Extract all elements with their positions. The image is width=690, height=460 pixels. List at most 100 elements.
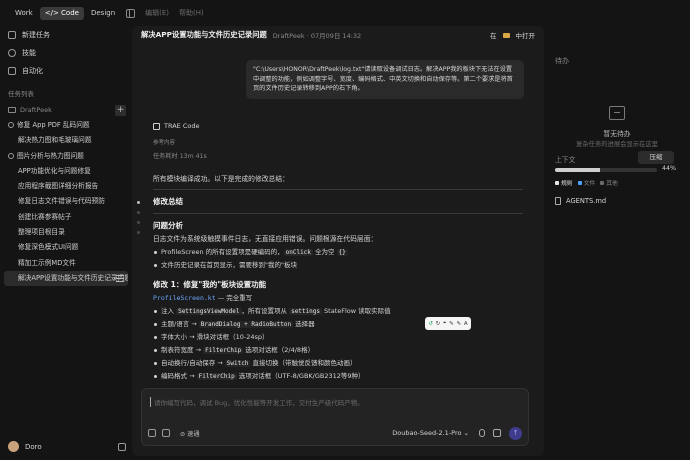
task-item[interactable]: APP功能优化与问题修复 bbox=[0, 164, 132, 179]
edit-icon[interactable]: ✎ bbox=[456, 321, 461, 327]
work-time[interactable]: 任务耗时 13m 41s bbox=[153, 151, 207, 160]
file-note: — 完全重写 bbox=[215, 294, 253, 302]
chevron-icon bbox=[8, 122, 14, 128]
task-item-selected[interactable]: 解决APP设置功能与文件历史记录问题 bbox=[4, 270, 128, 287]
chevron-icon bbox=[8, 152, 14, 159]
image-icon[interactable] bbox=[162, 429, 170, 437]
heading-summary: 修改总结 bbox=[153, 197, 183, 206]
todo-title: 待办 bbox=[555, 57, 569, 65]
user-row[interactable]: Doro bbox=[8, 441, 126, 452]
sidebar-item-skills[interactable]: 技能 bbox=[0, 44, 132, 62]
automation-icon bbox=[8, 67, 16, 75]
skills-icon bbox=[8, 49, 16, 57]
task-label: 解决APP设置功能与文件历史记录问题 bbox=[18, 273, 128, 282]
legend-swatch bbox=[577, 180, 582, 185]
sidebar-item-label: 自动化 bbox=[22, 67, 43, 75]
list-item: 自动换行/自动保存 → Switch 直接切换（带触觉反馈和颜色动画） bbox=[153, 357, 523, 370]
agent-response: 所有模块编译成功。以下是完成的修改总结： 修改总结 问题分析 日志文件为系统级触… bbox=[153, 174, 523, 383]
composer-toolbar: ⊘ 速通 Doubao-Seed-2.1-Pro ⌄ ↑ bbox=[148, 426, 522, 440]
fix1-file-row: ProfileScreen.kt — 完全重写 bbox=[153, 291, 523, 305]
divider bbox=[153, 213, 523, 214]
list-item: 编码格式 → FilterChip 选项对话框（UTF-8/GBK/GB2312… bbox=[153, 370, 523, 383]
composer-input[interactable]: 请你编写代码，调试 Bug，优化性能等开发工作，交付生产级代码产物。 bbox=[150, 397, 364, 407]
mode-code[interactable]: </> Code bbox=[39, 6, 84, 20]
chat-header: 解决APP设置功能与文件历史记录问题 DraftPeek · 07月09日 14… bbox=[132, 26, 544, 44]
pen-icon[interactable]: ✎ bbox=[449, 321, 454, 327]
agent-name: TRAE Code bbox=[164, 122, 200, 130]
mode-toggle[interactable]: ⊘ 速通 bbox=[180, 429, 200, 438]
task-item[interactable]: 修复 App PDF 乱码问题 bbox=[0, 118, 132, 133]
scroll-dot[interactable] bbox=[136, 231, 140, 234]
panel-toggle-icon[interactable] bbox=[118, 442, 126, 451]
project-row[interactable]: DraftPeek + bbox=[0, 102, 132, 118]
attach-icon[interactable] bbox=[148, 429, 156, 437]
menu-edit[interactable]: 编辑(E) bbox=[145, 8, 169, 18]
heading-analysis: 问题分析 bbox=[153, 221, 183, 230]
target-icon[interactable]: ⌖ bbox=[443, 320, 446, 327]
open-in-button[interactable]: 在 中打开 bbox=[487, 29, 538, 41]
right-panel: 待办 暂无待办 复杂任务的进展会显示在这里 上下文 压缩 44% 规则 文件 其… bbox=[552, 26, 682, 460]
context-progress bbox=[555, 168, 657, 172]
context-label: 上下文 bbox=[555, 156, 576, 164]
microphone-icon[interactable] bbox=[479, 429, 485, 437]
scroll-dot[interactable] bbox=[136, 211, 140, 214]
list-item: 字体大小 → 滑块对话框（10-24sp） bbox=[153, 331, 523, 344]
list-item: ProfileScreen 的所有设置项是硬编码的， onClick 全为空 {} bbox=[153, 246, 523, 259]
add-task-button[interactable]: + bbox=[115, 104, 126, 116]
compress-button[interactable]: 压缩 bbox=[638, 151, 674, 164]
agent-logo-icon bbox=[153, 122, 160, 130]
sidebar-toggle-icon[interactable] bbox=[126, 8, 136, 18]
message-composer[interactable]: 请你编写代码，调试 Bug，优化性能等开发工作，交付生产级代码产物。 ⊘ 速通 … bbox=[141, 388, 529, 446]
scroll-indicator bbox=[135, 201, 141, 241]
task-item[interactable]: 创建比赛参赛帖子 bbox=[0, 210, 132, 225]
user-name: Doro bbox=[25, 442, 42, 451]
mode-work[interactable]: Work bbox=[10, 7, 38, 20]
undo-icon[interactable]: ↺ bbox=[428, 321, 433, 327]
summary-intro: 所有模块编译成功。以下是完成的修改总结： bbox=[153, 175, 289, 183]
task-item[interactable]: 解决热力图和毛玻璃问题 bbox=[0, 133, 132, 148]
empty-todo-icon bbox=[609, 106, 625, 120]
context-file[interactable]: AGENTS.md bbox=[555, 197, 606, 205]
task-label: 修复 App PDF 乱码问题 bbox=[17, 121, 90, 129]
scroll-dot[interactable] bbox=[136, 201, 140, 204]
task-item[interactable]: 应用程序截图详细分析报告 bbox=[0, 179, 132, 194]
reference-toggle[interactable]: 参考内容 bbox=[153, 138, 175, 146]
task-item[interactable]: 精加工示例MD文件 bbox=[0, 256, 132, 271]
redo-icon[interactable]: ↻ bbox=[436, 321, 441, 327]
legend-swatch bbox=[600, 180, 605, 185]
scroll-dot[interactable] bbox=[136, 221, 140, 224]
send-button[interactable]: ↑ bbox=[509, 426, 522, 440]
legend-swatch bbox=[555, 180, 559, 185]
analysis-text: 日志文件为系统级触摸事件日志，无直接应用错误。问题根源在代码层面： bbox=[153, 235, 378, 243]
file-link[interactable]: ProfileScreen.kt bbox=[153, 294, 216, 302]
task-item[interactable]: 图片分析与热力图问题 bbox=[0, 149, 132, 164]
project-name: DraftPeek bbox=[20, 106, 52, 114]
chat-meta: DraftPeek · 07月09日 14:32 bbox=[272, 32, 362, 40]
empty-title: 暂无待办 bbox=[603, 130, 631, 138]
avatar bbox=[8, 441, 19, 452]
paperclip-icon[interactable] bbox=[493, 429, 501, 437]
user-message: "C:\Users\HONOR\DraftPeek\log.txt"请读取设备调… bbox=[246, 60, 524, 99]
open-in-label: 在 bbox=[490, 32, 497, 40]
legend-other: 其他 bbox=[600, 178, 618, 187]
file-name: AGENTS.md bbox=[566, 197, 607, 205]
mode-design[interactable]: Design bbox=[86, 7, 120, 20]
task-item[interactable]: 修复日志文件错误与代码预防 bbox=[0, 194, 132, 209]
legend-files: 文件 bbox=[577, 178, 595, 187]
top-bar: Work </> Code Design 编辑(E) 帮助(H) bbox=[0, 0, 690, 26]
list-icon[interactable] bbox=[116, 274, 124, 282]
menu-help[interactable]: 帮助(H) bbox=[179, 8, 204, 18]
new-task-icon bbox=[8, 31, 16, 39]
text-icon[interactable]: A bbox=[464, 321, 468, 327]
sidebar-item-automation[interactable]: 自动化 bbox=[0, 62, 132, 80]
list-item: 文件历史记录在首页显示，需要移到"我的"板块 bbox=[153, 259, 523, 272]
sidebar-item-new-task[interactable]: 新建任务 bbox=[0, 26, 132, 44]
task-item[interactable]: 修复深色模式UI问题 bbox=[0, 240, 132, 255]
floating-toolbar: ↺ ↻ ⌖ ✎ ✎ A bbox=[425, 317, 471, 330]
task-item[interactable]: 整理项目根目录 bbox=[0, 225, 132, 240]
chat-panel: 解决APP设置功能与文件历史记录问题 DraftPeek · 07月09日 14… bbox=[132, 26, 544, 456]
model-selector[interactable]: Doubao-Seed-2.1-Pro ⌄ bbox=[392, 429, 469, 437]
page-title: 解决APP设置功能与文件历史记录问题 bbox=[141, 30, 267, 39]
context-legend: 规则 文件 其他 bbox=[555, 178, 623, 187]
file-icon bbox=[555, 197, 561, 205]
